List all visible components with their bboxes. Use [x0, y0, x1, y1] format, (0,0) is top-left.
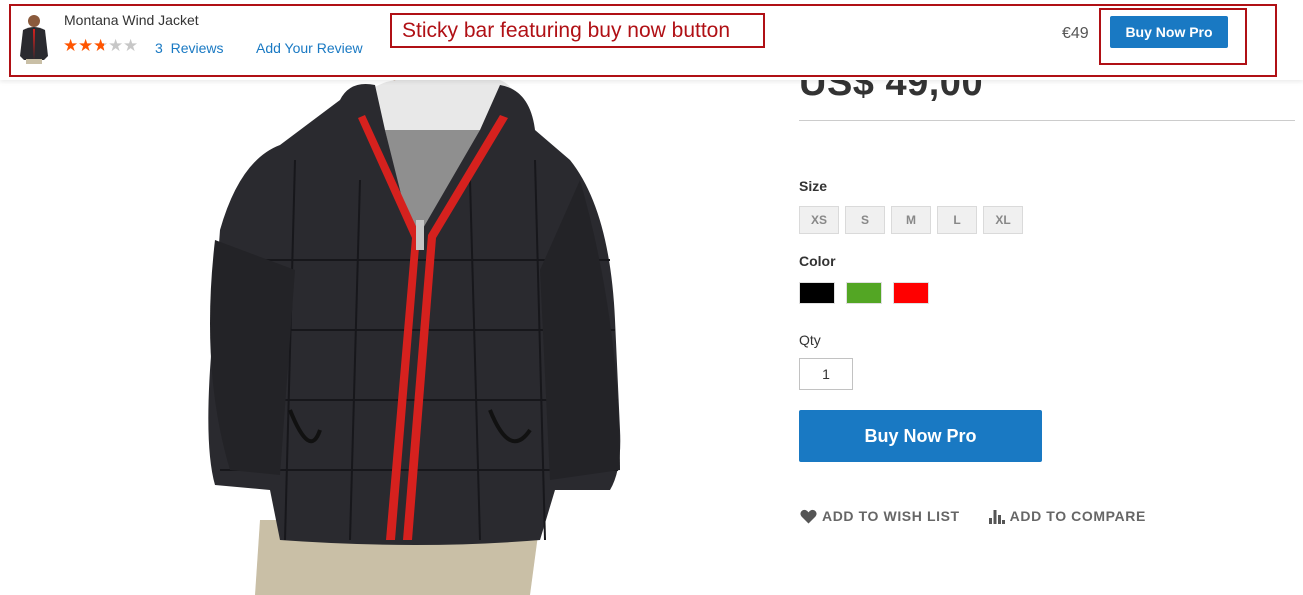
size-option-l[interactable]: L	[937, 206, 977, 234]
bar-chart-icon	[988, 509, 1005, 524]
size-option-m[interactable]: M	[891, 206, 931, 234]
color-swatch-red[interactable]	[893, 282, 929, 304]
star-icon: ★	[108, 36, 124, 55]
sticky-buy-now-button[interactable]: Buy Now Pro	[1110, 16, 1228, 48]
size-option-xl[interactable]: XL	[983, 206, 1023, 234]
price-divider	[799, 120, 1295, 121]
color-swatch-green[interactable]	[846, 282, 882, 304]
reviews-label: Reviews	[170, 40, 224, 56]
reviews-count: 3	[155, 40, 163, 56]
sticky-price: €49	[1062, 25, 1089, 42]
add-to-compare-link[interactable]: ADD TO COMPARE	[988, 508, 1146, 524]
product-thumbnail[interactable]	[17, 12, 51, 64]
size-option-xs[interactable]: XS	[799, 206, 839, 234]
secondary-actions: ADD TO WISH LIST ADD TO COMPARE	[800, 508, 1146, 524]
star-icon: ★	[93, 36, 109, 55]
reviews-link[interactable]: 3 Reviews	[155, 40, 223, 56]
size-option-s[interactable]: S	[845, 206, 885, 234]
star-icon: ★	[123, 36, 139, 55]
size-options: XS S M L XL	[799, 206, 1023, 234]
sticky-product-name: Montana Wind Jacket	[64, 12, 199, 28]
wishlist-label: ADD TO WISH LIST	[822, 508, 960, 524]
color-label: Color	[799, 253, 836, 269]
star-icon: ★	[78, 36, 94, 55]
size-label: Size	[799, 178, 828, 194]
sticky-bar: Montana Wind Jacket ★ ★ ★ ★ ★ 3 Reviews …	[0, 0, 1303, 80]
color-swatch-black[interactable]	[799, 282, 835, 304]
heart-icon	[800, 509, 817, 523]
add-to-wishlist-link[interactable]: ADD TO WISH LIST	[800, 508, 960, 524]
rating-stars: ★ ★ ★ ★ ★	[63, 36, 139, 55]
compare-label: ADD TO COMPARE	[1009, 508, 1146, 524]
buy-now-button[interactable]: Buy Now Pro	[799, 410, 1042, 462]
jacket-illustration	[208, 70, 621, 595]
qty-input[interactable]	[799, 358, 853, 390]
star-icon: ★	[63, 36, 79, 55]
product-image[interactable]	[200, 70, 640, 595]
annotation-callout: Sticky bar featuring buy now button	[390, 13, 765, 48]
qty-label: Qty	[799, 332, 821, 348]
color-options	[799, 282, 929, 304]
add-review-link[interactable]: Add Your Review	[256, 40, 363, 56]
